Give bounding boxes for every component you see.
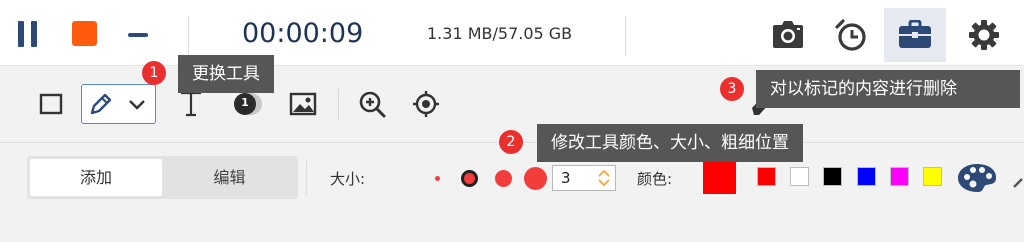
gear-icon[interactable]	[953, 8, 1015, 62]
selected-color-swatch[interactable]	[703, 161, 736, 194]
tooltip-delete-marks: 对以标记的内容进行删除	[756, 70, 1020, 108]
file-size: 1.31 MB/57.05 GB	[427, 24, 573, 43]
tooltip-modify-options: 修改工具颜色、大小、粗细位置	[537, 124, 803, 162]
size-dot-lg[interactable]	[524, 167, 547, 190]
minimize-icon[interactable]	[128, 33, 148, 37]
camera-icon[interactable]	[757, 8, 819, 62]
step-badge-2: 2	[499, 130, 523, 154]
tab-add[interactable]: 添加	[30, 159, 162, 196]
divider	[306, 161, 307, 195]
more-icon[interactable]	[1012, 174, 1024, 193]
size-dot-sm-selected[interactable]	[461, 170, 478, 187]
color-swatch-black[interactable]	[823, 167, 842, 186]
image-icon[interactable]	[288, 86, 318, 122]
pen-tool-selector[interactable]	[81, 84, 156, 124]
pen-icon[interactable]	[88, 91, 114, 121]
color-swatch-white[interactable]	[790, 167, 809, 186]
tool-options: 添加 编辑 大小: 3 颜色:	[0, 144, 1024, 214]
toolbox-icon[interactable]	[884, 8, 946, 62]
tab-edit[interactable]: 编辑	[164, 159, 295, 196]
size-dot-md[interactable]	[495, 170, 512, 187]
recording-bar: 00:00:09 1.31 MB/57.05 GB	[0, 0, 1024, 66]
size-label: 大小:	[330, 170, 366, 188]
divider	[338, 89, 339, 121]
zoom-in-icon[interactable]	[356, 86, 388, 122]
color-swatch-red[interactable]	[757, 167, 776, 186]
color-swatch-yellow[interactable]	[923, 167, 942, 186]
step-badge-3: 3	[720, 77, 744, 101]
step-badge-1: 1	[142, 61, 166, 85]
color-swatch-magenta[interactable]	[890, 167, 909, 186]
palette-icon[interactable]	[956, 162, 998, 198]
stop-icon[interactable]	[72, 21, 97, 46]
divider	[625, 16, 626, 56]
recording-timer: 00:00:09	[242, 18, 364, 49]
alarm-clock-icon[interactable]	[820, 8, 882, 62]
tooltip-change-tool: 更换工具	[178, 55, 274, 93]
step-number-label: 1	[241, 96, 249, 109]
divider	[188, 16, 189, 56]
rectangle-icon[interactable]	[36, 86, 66, 122]
size-value: 3	[561, 169, 571, 187]
pause-icon[interactable]	[16, 21, 40, 47]
color-swatch-blue[interactable]	[857, 167, 876, 186]
crosshair-icon[interactable]	[410, 86, 442, 122]
mode-segmented-control: 添加 编辑	[27, 156, 298, 199]
stepper-arrows-icon[interactable]	[597, 168, 611, 188]
size-dot-xs[interactable]	[435, 176, 440, 181]
size-stepper[interactable]: 3	[552, 165, 616, 191]
chevron-down-icon[interactable]	[127, 95, 147, 117]
